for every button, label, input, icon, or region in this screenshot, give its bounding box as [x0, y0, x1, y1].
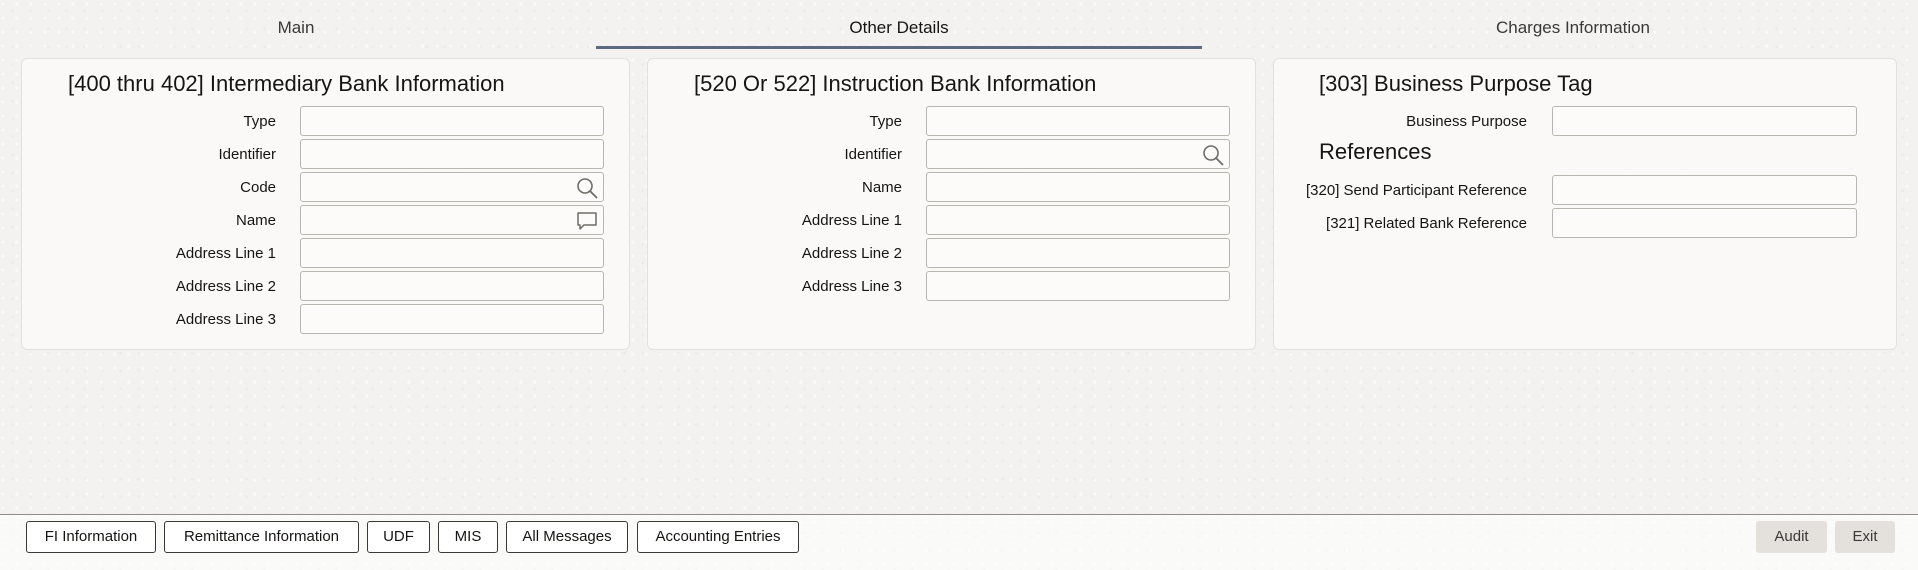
- related-bank-reference-row: [321] Related Bank Reference: [1274, 208, 1898, 240]
- instruction-bank-panel: [520 Or 522] Instruction Bank Informatio…: [647, 58, 1256, 350]
- instruction-name-field[interactable]: [926, 172, 1230, 202]
- instruction-address1-row: Address Line 1: [648, 205, 1257, 237]
- intermediary-address2-row: Address Line 2: [22, 271, 631, 303]
- intermediary-code-field[interactable]: [300, 172, 604, 202]
- instruction-name-input[interactable]: [927, 173, 1229, 201]
- instruction-address1-label: Address Line 1: [801, 212, 902, 229]
- instruction-type-label: Type: [869, 113, 902, 130]
- intermediary-address3-input[interactable]: [301, 305, 603, 333]
- intermediary-address1-label: Address Line 1: [175, 245, 276, 262]
- intermediary-bank-title: [400 thru 402] Intermediary Bank Informa…: [68, 71, 505, 96]
- instruction-type-row: Type: [648, 106, 1257, 138]
- all-messages-button[interactable]: All Messages: [506, 521, 628, 553]
- related-bank-reference-input[interactable]: [1553, 209, 1856, 237]
- business-purpose-panel: [303] Business Purpose Tag Business Purp…: [1273, 58, 1897, 350]
- related-bank-reference-label: [321] Related Bank Reference: [1326, 215, 1527, 232]
- tab-main[interactable]: Main: [0, 0, 592, 48]
- intermediary-type-field[interactable]: [300, 106, 604, 136]
- business-purpose-field[interactable]: [1552, 106, 1857, 136]
- business-purpose-title: [303] Business Purpose Tag: [1319, 71, 1593, 96]
- intermediary-name-input[interactable]: [301, 206, 603, 234]
- business-purpose-label: Business Purpose: [1406, 113, 1527, 130]
- instruction-address3-input[interactable]: [927, 272, 1229, 300]
- intermediary-address3-row: Address Line 3: [22, 304, 631, 336]
- comment-icon[interactable]: [576, 210, 598, 232]
- instruction-identifier-row: Identifier: [648, 139, 1257, 171]
- intermediary-identifier-input[interactable]: [301, 140, 603, 168]
- udf-button[interactable]: UDF: [367, 521, 430, 553]
- send-participant-reference-field[interactable]: [1552, 175, 1857, 205]
- instruction-type-input[interactable]: [927, 107, 1229, 135]
- intermediary-identifier-field[interactable]: [300, 139, 604, 169]
- instruction-address3-label: Address Line 3: [801, 278, 902, 295]
- tab-main-label: Main: [277, 18, 315, 37]
- instruction-address3-row: Address Line 3: [648, 271, 1257, 303]
- intermediary-identifier-label: Identifier: [218, 146, 276, 163]
- remittance-information-button[interactable]: Remittance Information: [164, 521, 359, 553]
- instruction-type-field[interactable]: [926, 106, 1230, 136]
- intermediary-identifier-row: Identifier: [22, 139, 631, 171]
- instruction-address1-input[interactable]: [927, 206, 1229, 234]
- business-purpose-row: Business Purpose: [1274, 106, 1898, 138]
- send-participant-reference-row: [320] Send Participant Reference: [1274, 175, 1898, 207]
- exit-button[interactable]: Exit: [1835, 521, 1895, 553]
- intermediary-address3-label: Address Line 3: [175, 311, 276, 328]
- send-participant-reference-label: [320] Send Participant Reference: [1306, 182, 1527, 199]
- audit-button[interactable]: Audit: [1756, 521, 1827, 553]
- instruction-address2-label: Address Line 2: [801, 245, 902, 262]
- send-participant-reference-input[interactable]: [1553, 176, 1856, 204]
- instruction-address1-field[interactable]: [926, 205, 1230, 235]
- instruction-name-label: Name: [861, 179, 902, 196]
- tab-other-details-label: Other Details: [849, 18, 949, 37]
- intermediary-address1-input[interactable]: [301, 239, 603, 267]
- intermediary-name-row: Name: [22, 205, 631, 237]
- instruction-bank-title: [520 Or 522] Instruction Bank Informatio…: [694, 71, 1097, 96]
- intermediary-bank-panel: [400 thru 402] Intermediary Bank Informa…: [21, 58, 630, 350]
- references-title: References: [1319, 139, 1432, 164]
- intermediary-code-input[interactable]: [301, 173, 603, 201]
- search-icon[interactable]: [1202, 144, 1224, 166]
- intermediary-address3-field[interactable]: [300, 304, 604, 334]
- intermediary-address1-row: Address Line 1: [22, 238, 631, 270]
- tab-bar: Main Other Details Charges Information: [0, 0, 1918, 50]
- intermediary-name-field[interactable]: [300, 205, 604, 235]
- instruction-address2-row: Address Line 2: [648, 238, 1257, 270]
- intermediary-type-label: Type: [243, 113, 276, 130]
- intermediary-name-label: Name: [235, 212, 276, 229]
- tab-charges-information-label: Charges Information: [1495, 18, 1651, 37]
- instruction-identifier-label: Identifier: [844, 146, 902, 163]
- instruction-identifier-input[interactable]: [927, 140, 1229, 168]
- instruction-address2-input[interactable]: [927, 239, 1229, 267]
- intermediary-type-input[interactable]: [301, 107, 603, 135]
- business-purpose-input[interactable]: [1553, 107, 1856, 135]
- intermediary-address2-field[interactable]: [300, 271, 604, 301]
- intermediary-type-row: Type: [22, 106, 631, 138]
- intermediary-code-label: Code: [240, 179, 276, 196]
- search-icon[interactable]: [576, 177, 598, 199]
- related-bank-reference-field[interactable]: [1552, 208, 1857, 238]
- intermediary-code-row: Code: [22, 172, 631, 204]
- tab-other-details[interactable]: Other Details: [596, 0, 1202, 49]
- intermediary-address1-field[interactable]: [300, 238, 604, 268]
- accounting-entries-button[interactable]: Accounting Entries: [637, 521, 799, 553]
- instruction-name-row: Name: [648, 172, 1257, 204]
- fi-information-button[interactable]: FI Information: [26, 521, 156, 553]
- footer-toolbar: FI Information Remittance Information UD…: [0, 514, 1918, 570]
- mis-button[interactable]: MIS: [438, 521, 498, 553]
- active-tab-indicator: [596, 46, 1202, 49]
- instruction-identifier-field[interactable]: [926, 139, 1230, 169]
- instruction-address2-field[interactable]: [926, 238, 1230, 268]
- intermediary-address2-input[interactable]: [301, 272, 603, 300]
- tab-charges-information[interactable]: Charges Information: [1240, 0, 1906, 48]
- intermediary-address2-label: Address Line 2: [175, 278, 276, 295]
- instruction-address3-field[interactable]: [926, 271, 1230, 301]
